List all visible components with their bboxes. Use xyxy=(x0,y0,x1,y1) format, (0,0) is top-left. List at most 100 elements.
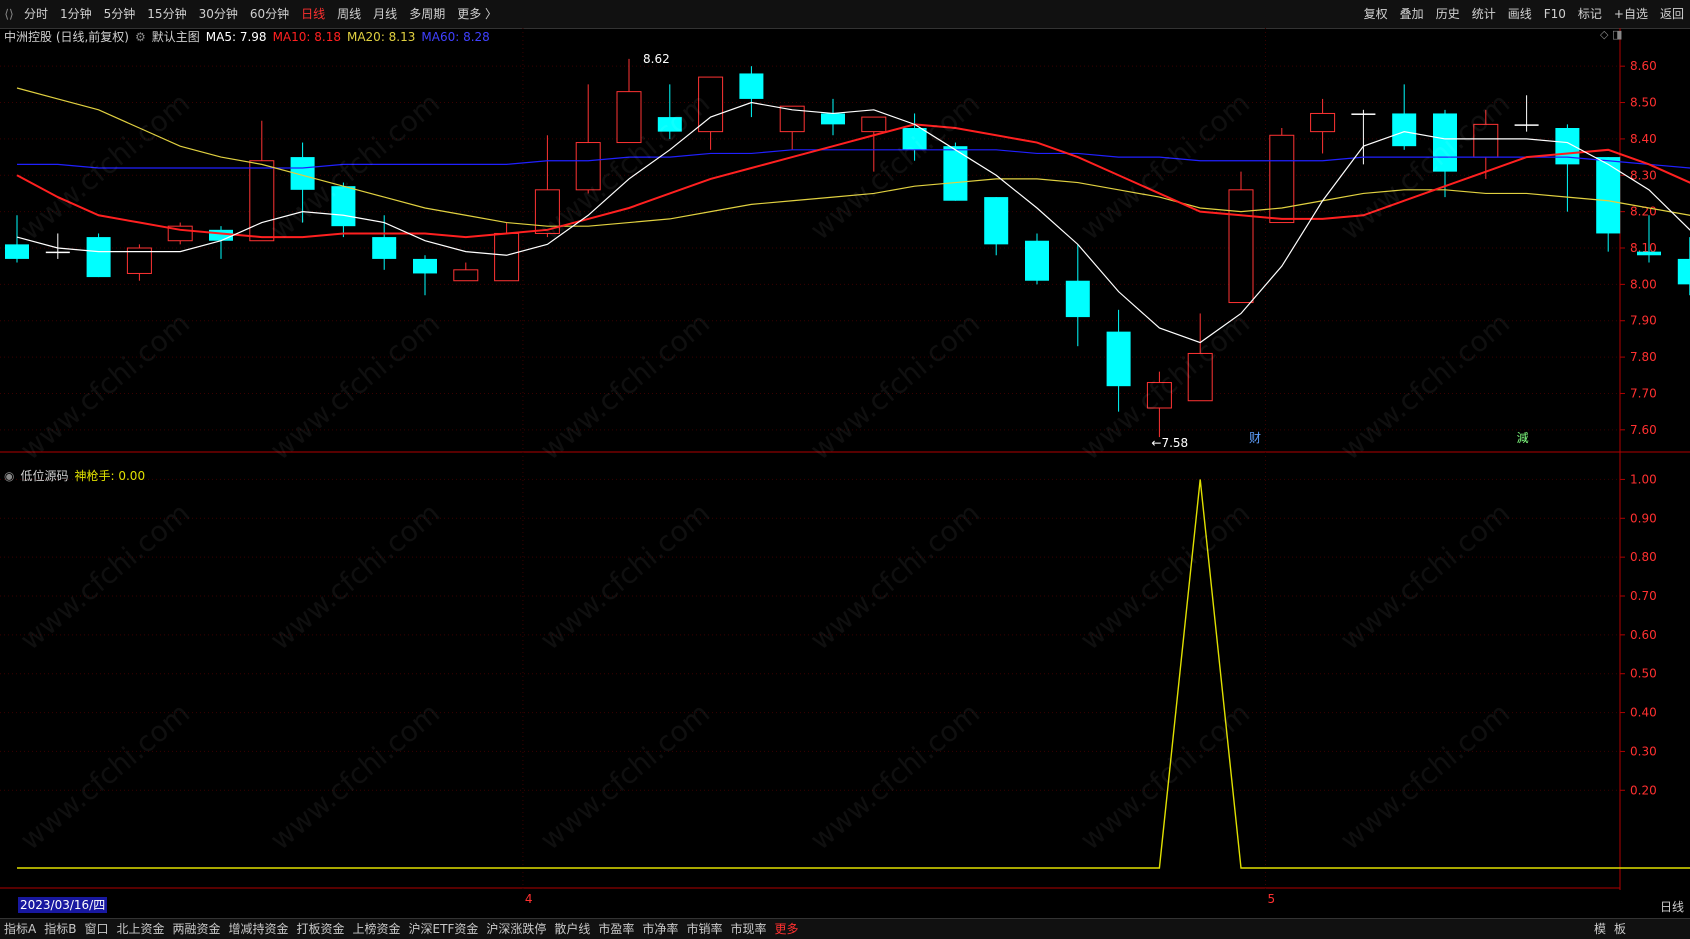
candle-body xyxy=(249,160,275,242)
indicator-tab[interactable]: 更多 xyxy=(770,919,802,939)
toolbar-right: 复权 叠加 历史 统计 画线 F10 标记 +自选 返回 xyxy=(1358,0,1690,28)
indicator-tab[interactable]: 两融资金 xyxy=(168,919,224,939)
candle-body xyxy=(1187,352,1213,402)
candle-body xyxy=(575,142,601,191)
indicator-tab[interactable]: 指标A xyxy=(0,919,40,939)
candle-body xyxy=(616,91,642,144)
indicator-tab[interactable]: 散户线 xyxy=(550,919,594,939)
period-tab[interactable]: 分时 xyxy=(18,0,54,28)
ma10-label: MA10: 8.18 xyxy=(272,30,341,44)
indicator-tab[interactable]: 上榜资金 xyxy=(349,919,405,939)
toolbar-button[interactable]: F10 xyxy=(1538,0,1572,28)
indicator-name[interactable]: 低位源码 xyxy=(20,468,68,484)
candle-body xyxy=(494,232,520,282)
period-tab[interactable]: 60分钟 xyxy=(244,0,295,28)
candle-body xyxy=(1351,113,1376,115)
stock-title[interactable]: 中洲控股 (日线,前复权) xyxy=(4,29,129,45)
indicator-tab[interactable]: 打板资金 xyxy=(293,919,349,939)
indicator-tab[interactable]: 增减持资金 xyxy=(225,919,293,939)
indicator-tab[interactable]: 市净率 xyxy=(638,919,682,939)
candle-body xyxy=(1025,240,1049,281)
price-tick-label: 7.70 xyxy=(1630,386,1657,400)
period-toolbar: ⟨⟩ 分时 1分钟 5分钟 15分钟 30分钟 60分钟 日线 周线 月线 多周期 更多 〉 复权叠… xyxy=(0,0,1690,29)
window-controls-icon[interactable]: ◇ ◨ xyxy=(1600,28,1622,41)
candle-body xyxy=(45,251,70,254)
indicator-tick-label: 0.50 xyxy=(1630,667,1657,681)
indicator-tabs-bar: 指标A 指标B 窗口 北上资金 两融资金 增减持资金 打板资金 上榜资金 沪深ETF资金 沪深涨跌… xyxy=(0,918,1690,939)
candle-body xyxy=(1637,251,1661,256)
candle-body xyxy=(1473,123,1499,158)
candle-body xyxy=(1392,113,1417,147)
indicator-tab[interactable]: 市现率 xyxy=(726,919,770,939)
high-label: 8.62 xyxy=(643,52,670,66)
candle-body xyxy=(1228,189,1254,304)
candle-body xyxy=(413,258,437,274)
candle-body xyxy=(1065,280,1090,318)
indicator-tab[interactable]: 沪深ETF资金 xyxy=(405,919,483,939)
bottom-tabs: 指标A 指标B 窗口 北上资金 两融资金 增减持资金 打板资金 上榜资金 沪深ETF资金 沪深涨跌… xyxy=(0,919,802,939)
indicator-tick-label: 0.20 xyxy=(1630,783,1657,797)
period-tab[interactable]: 日线 xyxy=(295,0,331,28)
candle-body xyxy=(821,113,845,125)
candle-body xyxy=(1596,157,1621,234)
price-tick-label: 7.80 xyxy=(1630,350,1657,364)
chart-area[interactable]: 8.608.508.408.308.208.108.007.907.807.70… xyxy=(0,28,1690,918)
price-tick-label: 8.40 xyxy=(1630,132,1657,146)
candle-body xyxy=(739,73,764,99)
collapse-icon[interactable]: ◉ xyxy=(4,468,14,484)
bottom-right-button[interactable]: 模 xyxy=(1590,919,1610,939)
candle-body xyxy=(372,237,397,259)
toolbar-button[interactable]: +自选 xyxy=(1608,0,1654,28)
bottom-right-button[interactable]: 板 xyxy=(1610,919,1630,939)
toolbar-button[interactable]: 复权 xyxy=(1358,0,1394,28)
settings-icon[interactable]: ⚙ xyxy=(135,29,146,45)
indicator-tick-label: 0.30 xyxy=(1630,744,1657,758)
period-tab[interactable]: 1分钟 xyxy=(54,0,98,28)
candle-body xyxy=(209,229,233,241)
nav-arrows-icon[interactable]: ⟨⟩ xyxy=(0,0,18,28)
candle-body xyxy=(86,237,111,278)
period-tab[interactable]: 更多 〉 xyxy=(451,0,503,28)
toolbar-button[interactable]: 叠加 xyxy=(1394,0,1430,28)
price-tick-label: 7.60 xyxy=(1630,423,1657,437)
indicator-tab[interactable]: 市销率 xyxy=(682,919,726,939)
ma60-label: MA60: 8.28 xyxy=(421,30,490,44)
period-tab[interactable]: 30分钟 xyxy=(193,0,244,28)
period-tab[interactable]: 5分钟 xyxy=(98,0,142,28)
candle-body xyxy=(453,269,479,282)
indicator-tick-label: 0.90 xyxy=(1630,511,1657,525)
low-label: ←7.58 xyxy=(1151,436,1188,450)
toolbar-button[interactable]: 标记 xyxy=(1572,0,1608,28)
indicator-tab[interactable]: 窗口 xyxy=(80,919,112,939)
price-tick-label: 7.90 xyxy=(1630,314,1657,328)
indicator-tab[interactable]: 市盈率 xyxy=(594,919,638,939)
period-box[interactable]: 日线 xyxy=(1660,898,1684,916)
indicator-tab[interactable]: 北上资金 xyxy=(112,919,168,939)
period-list: 分时 1分钟 5分钟 15分钟 30分钟 60分钟 日线 周线 月线 多周期 更多 〉 xyxy=(18,0,503,28)
period-tab[interactable]: 月线 xyxy=(367,0,403,28)
candle-body xyxy=(657,117,682,132)
event-cai-label: 财 xyxy=(1249,431,1261,445)
period-tab[interactable]: 15分钟 xyxy=(141,0,192,28)
indicator-header: ◉ 低位源码 神枪手: 0.00 xyxy=(4,468,145,484)
date-cursor: 2023/03/16/四 xyxy=(18,897,108,913)
indicator-tab[interactable]: 沪深涨跌停 xyxy=(482,919,550,939)
period-tab[interactable]: 周线 xyxy=(331,0,367,28)
candle-body xyxy=(331,186,356,227)
ma20-label: MA20: 8.13 xyxy=(346,30,416,44)
indicator-tab[interactable]: 指标B xyxy=(40,919,80,939)
period-tab[interactable]: 多周期 xyxy=(403,0,451,28)
chart-name[interactable]: 默认主图 xyxy=(152,29,200,45)
candle-body xyxy=(1433,113,1457,172)
toolbar-button[interactable]: 统计 xyxy=(1466,0,1502,28)
candle-body xyxy=(1146,382,1172,409)
price-tick-label: 8.00 xyxy=(1630,277,1657,291)
candle-body xyxy=(984,197,1009,245)
indicator-tick-label: 0.80 xyxy=(1630,550,1657,564)
toolbar-button[interactable]: 画线 xyxy=(1502,0,1538,28)
bottom-right: 模板 xyxy=(1590,919,1630,939)
toolbar-button[interactable]: 返回 xyxy=(1654,0,1690,28)
price-tick-label: 8.50 xyxy=(1630,96,1657,110)
price-tick-label: 8.60 xyxy=(1630,59,1657,73)
toolbar-button[interactable]: 历史 xyxy=(1430,0,1466,28)
